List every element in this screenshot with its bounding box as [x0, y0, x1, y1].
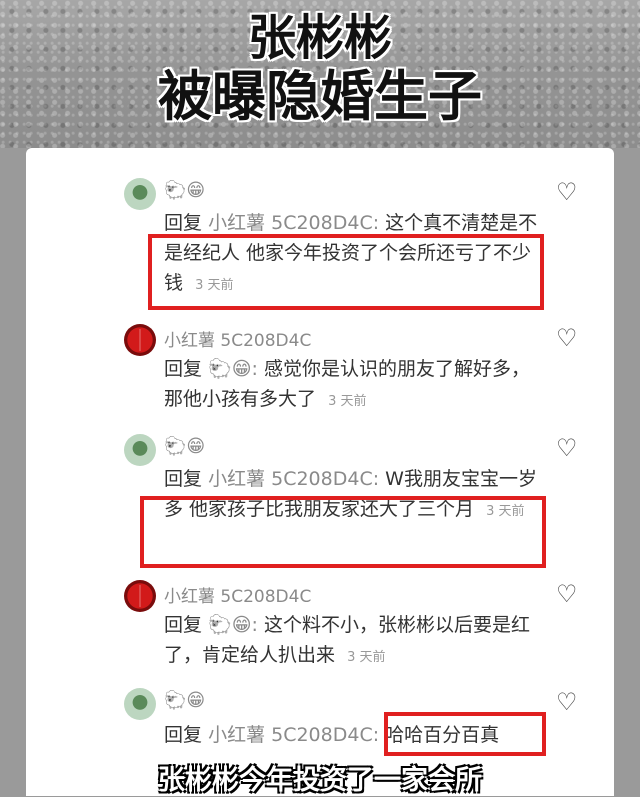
reply-target[interactable]: 🐑😁: — [208, 358, 258, 380]
commenter-emoji-name: 🐑😁 — [164, 180, 206, 201]
reply-label: 回复 — [164, 358, 203, 380]
commenter-name[interactable]: 🐑😁 — [164, 436, 205, 457]
reply-label: 回复 — [164, 468, 203, 490]
comment-time: 3 天前 — [328, 394, 367, 409]
highlight-box — [384, 712, 546, 756]
heart-icon[interactable]: ♡ — [556, 324, 578, 352]
avatar[interactable] — [124, 688, 156, 720]
reply-target[interactable]: 小红薯 5C208D4C: — [208, 212, 379, 234]
title-banner: 张彬彬 被曝隐婚生子 — [0, 0, 640, 148]
highlight-box — [148, 234, 544, 310]
avatar[interactable] — [124, 434, 156, 466]
reply-label: 回复 — [164, 614, 203, 636]
comment-body[interactable]: 回复 🐑😁: 这个料不小，张彬彬以后要是红了，肯定给人扒出来 3 天前 — [164, 610, 544, 673]
title-line-2: 被曝隐婚生子 — [158, 65, 482, 128]
comment-body[interactable]: 回复 🐑😁: 感觉你是认识的朋友了解好多，那他小孩有多大了 3 天前 — [164, 354, 544, 417]
highlight-box — [140, 496, 546, 568]
heart-icon[interactable]: ♡ — [556, 688, 578, 716]
reply-label: 回复 — [164, 212, 203, 234]
video-subtitle: 张彬彬今年投资了一家会所 — [158, 765, 482, 796]
commenter-name[interactable]: 小红薯 5C208D4C — [164, 582, 311, 607]
reply-target[interactable]: 小红薯 5C208D4C: — [208, 724, 379, 746]
avatar[interactable] — [124, 580, 156, 612]
heart-icon[interactable]: ♡ — [556, 178, 578, 206]
reply-target[interactable]: 🐑😁: — [208, 614, 258, 636]
reply-label: 回复 — [164, 724, 203, 746]
heart-icon[interactable]: ♡ — [556, 434, 578, 462]
avatar[interactable] — [124, 324, 156, 356]
commenter-name[interactable]: 🐑😁 — [164, 180, 205, 201]
comment-panel: 🐑😁 ♡ 回复 小红薯 5C208D4C: 这个真不清楚是不是经纪人 他家今年投… — [26, 148, 614, 796]
commenter-emoji-name: 🐑😁 — [164, 436, 206, 457]
commenter-name[interactable]: 🐑😁 — [164, 690, 205, 711]
comment-time: 3 天前 — [347, 650, 386, 665]
commenter-emoji-name: 🐑😁 — [164, 690, 206, 711]
commenter-name[interactable]: 小红薯 5C208D4C — [164, 326, 311, 351]
title-line-1: 张彬彬 — [247, 10, 392, 66]
heart-icon[interactable]: ♡ — [556, 580, 578, 608]
reply-target[interactable]: 小红薯 5C208D4C: — [208, 468, 379, 490]
avatar[interactable] — [124, 178, 156, 210]
